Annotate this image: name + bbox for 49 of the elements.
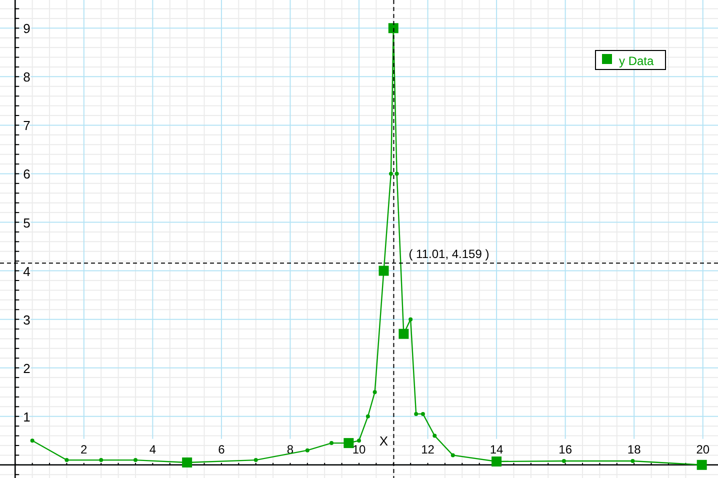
data-point [330, 441, 334, 446]
data-point [372, 390, 377, 394]
tick-label: 8 [286, 442, 294, 457]
tick-label: 18 [627, 442, 641, 457]
data-point [182, 457, 192, 468]
data-point [388, 23, 398, 34]
tick-label: 6 [218, 442, 225, 457]
tick-label: 12 [421, 442, 434, 457]
data-point [388, 172, 393, 176]
data-point [254, 458, 258, 462]
data-point [408, 317, 413, 322]
data-point [450, 453, 455, 458]
data-point [305, 448, 310, 452]
tick-label: 8 [23, 70, 30, 85]
crosshair-readout: ( 11.01, 4.159 ) [408, 247, 490, 262]
data-point [30, 438, 34, 443]
tick-label: 10 [352, 442, 366, 457]
data-point [133, 458, 138, 462]
data-point [630, 459, 635, 464]
tick-label: 4 [23, 264, 30, 279]
data-point [420, 412, 425, 416]
legend-label: y Data [619, 54, 654, 68]
tick-label: 7 [23, 118, 30, 134]
data-point [64, 458, 69, 462]
tick-label: 4 [149, 442, 156, 457]
data-point [394, 172, 399, 176]
tick-label: 5 [23, 215, 30, 230]
tick-label: 16 [558, 442, 572, 457]
data-point [696, 460, 707, 470]
data-point [492, 456, 502, 466]
tick-label: 2 [80, 442, 88, 457]
data-point [398, 328, 409, 339]
data-point [432, 434, 437, 438]
data-point [562, 459, 566, 464]
tick-label: 9 [23, 21, 30, 36]
data-point [378, 266, 389, 276]
tick-label: 1 [23, 409, 30, 424]
data-point [357, 438, 361, 443]
data-point [366, 414, 370, 418]
data-point [344, 438, 354, 448]
tick-label: 6 [23, 166, 30, 182]
legend-swatch [602, 54, 612, 64]
tick-label: 2 [23, 360, 30, 376]
tick-label: 20 [696, 442, 710, 457]
data-point [99, 458, 104, 462]
axis-label: X [379, 433, 388, 448]
tick-label: 3 [23, 312, 30, 328]
data-point [414, 412, 418, 416]
tick-label: 14 [490, 442, 504, 457]
